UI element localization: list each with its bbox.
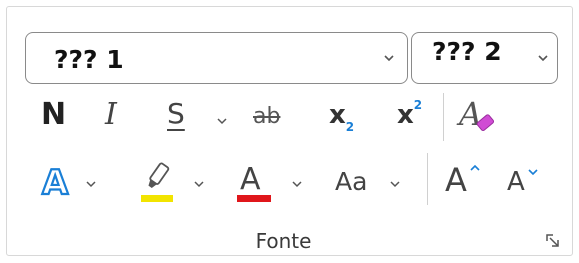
font-color-icon[interactable]: A — [233, 159, 277, 205]
caret-down-icon — [528, 169, 538, 176]
dialog-launcher-icon[interactable] — [545, 233, 561, 249]
superscript-button[interactable]: x2 — [397, 98, 423, 130]
font-group-panel: ??? 1 ??? 2 N I S ab x2 x2 A A A Aa A A … — [6, 6, 573, 256]
chevron-down-icon[interactable] — [382, 51, 396, 65]
group-label: Fonte — [255, 229, 312, 253]
svg-text:A: A — [42, 163, 69, 201]
shrink-font-button[interactable]: A — [507, 167, 538, 197]
strikethrough-label: ab — [253, 104, 281, 129]
svg-text:A: A — [240, 162, 261, 197]
superscript-x-label: x — [397, 100, 414, 130]
shrink-font-label: A — [507, 167, 525, 197]
subscript-index: 2 — [345, 120, 355, 134]
underline-dropdown-chevron-icon[interactable] — [216, 116, 228, 126]
chevron-down-icon[interactable] — [536, 51, 550, 65]
svg-text:A: A — [456, 95, 482, 133]
italic-button[interactable]: I — [105, 97, 117, 132]
underline-label: S — [167, 97, 185, 130]
underline-button[interactable]: S — [167, 97, 185, 130]
highlighter-icon[interactable] — [135, 159, 179, 205]
separator — [427, 153, 428, 205]
clear-formatting-icon[interactable]: A — [455, 93, 499, 137]
grow-font-label: A — [445, 161, 467, 199]
grow-font-button[interactable]: A — [445, 161, 480, 199]
font-size-value: ??? 2 — [432, 37, 502, 66]
subscript-button[interactable]: x2 — [329, 100, 354, 134]
change-case-button[interactable]: Aa — [335, 167, 367, 196]
separator — [443, 93, 444, 141]
subscript-x-label: x — [329, 100, 346, 130]
font-size-combobox[interactable]: ??? 2 — [411, 32, 558, 84]
highlight-dropdown-chevron-icon[interactable] — [193, 179, 205, 189]
text-effects-dropdown-chevron-icon[interactable] — [85, 179, 97, 189]
strikethrough-button[interactable]: ab — [253, 104, 280, 129]
bold-button[interactable]: N — [41, 97, 66, 132]
font-name-combobox[interactable]: ??? 1 — [25, 32, 408, 84]
bold-label: N — [41, 97, 67, 132]
superscript-index: 2 — [413, 98, 423, 112]
caret-up-icon — [470, 164, 480, 171]
italic-label: I — [105, 97, 117, 132]
font-name-value: ??? 1 — [54, 45, 124, 74]
text-effects-icon[interactable]: A — [39, 161, 79, 201]
change-case-label: Aa — [335, 167, 368, 196]
font-color-dropdown-chevron-icon[interactable] — [291, 179, 303, 189]
change-case-dropdown-chevron-icon[interactable] — [389, 179, 401, 189]
